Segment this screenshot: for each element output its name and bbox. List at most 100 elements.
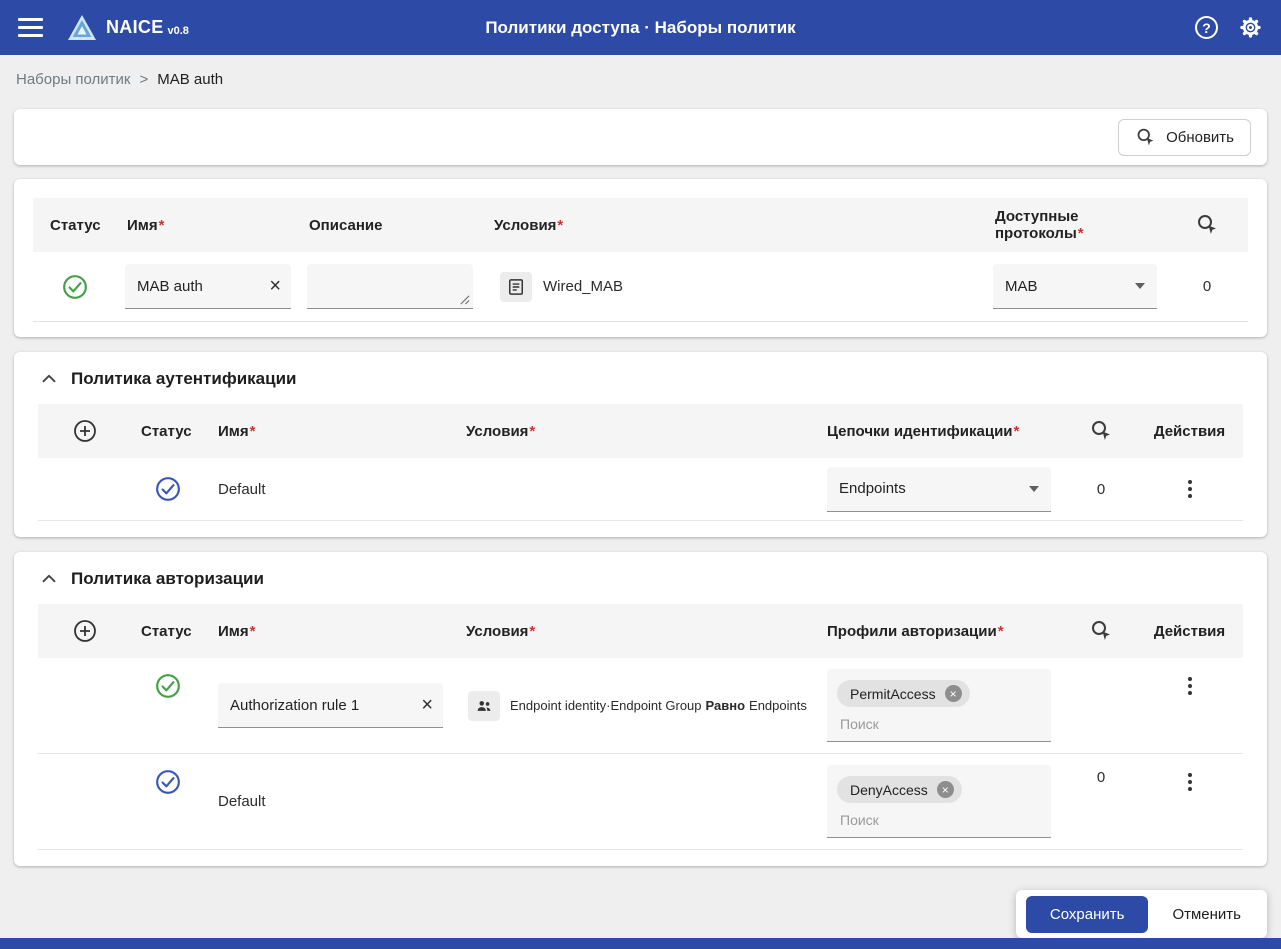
policy-set-description-field bbox=[307, 264, 473, 309]
breadcrumb: Наборы политик > MAB auth bbox=[0, 55, 1281, 103]
condition-library-icon[interactable] bbox=[500, 272, 532, 302]
hit-counter-icon[interactable] bbox=[1089, 619, 1113, 643]
footer-actions: Сохранить Отменить bbox=[1016, 890, 1267, 938]
resize-handle-icon[interactable] bbox=[459, 294, 470, 305]
chip-remove-icon[interactable]: × bbox=[937, 781, 954, 798]
authentication-policy-header: Политика аутентификации bbox=[38, 368, 1243, 390]
policy-set-name-field: × bbox=[125, 264, 291, 309]
status-ok-icon bbox=[155, 476, 181, 502]
identity-chain-value: Endpoints bbox=[839, 480, 906, 497]
breadcrumb-separator: > bbox=[139, 71, 148, 88]
rule-name-field: × bbox=[218, 683, 443, 728]
policy-set-condition-cell: Wired_MAB bbox=[484, 272, 985, 302]
app-bar: NAICE v0.8 Политики доступа · Наборы пол… bbox=[0, 0, 1281, 55]
clear-icon[interactable]: × bbox=[269, 276, 281, 296]
col-header-name: Имя* bbox=[205, 623, 441, 640]
add-rule-button[interactable] bbox=[73, 619, 97, 643]
profile-search-input[interactable] bbox=[837, 812, 1041, 828]
col-header-protocols: Доступные протоколы* bbox=[985, 208, 1166, 242]
breadcrumb-parent-link[interactable]: Наборы политик bbox=[16, 71, 130, 88]
profile-search-input[interactable] bbox=[837, 716, 1041, 732]
endpoint-group-icon[interactable] bbox=[468, 691, 500, 721]
profile-chip: PermitAccess × bbox=[837, 680, 970, 707]
required-mark: * bbox=[250, 423, 256, 440]
row-actions-kebab-icon[interactable] bbox=[1184, 769, 1196, 795]
authz-policy-row: Default DenyAccess × 0 bbox=[38, 754, 1243, 850]
chevron-down-icon bbox=[1029, 486, 1039, 492]
add-rule-button[interactable] bbox=[73, 419, 97, 443]
status-ok-icon bbox=[62, 274, 88, 300]
breadcrumb-current: MAB auth bbox=[157, 71, 223, 88]
policy-set-description-textarea[interactable] bbox=[307, 264, 473, 308]
col-header-description: Описание bbox=[299, 217, 484, 234]
cancel-button[interactable]: Отменить bbox=[1154, 896, 1259, 933]
col-header-conditions: Условия* bbox=[441, 623, 815, 640]
authorization-policy-header: Политика авторизации bbox=[38, 568, 1243, 590]
identity-chain-select[interactable]: Endpoints bbox=[827, 467, 1051, 512]
hamburger-menu-icon[interactable] bbox=[18, 18, 43, 37]
rule-name: Default bbox=[205, 481, 441, 498]
save-button[interactable]: Сохранить bbox=[1026, 896, 1149, 933]
col-header-name: Имя* bbox=[117, 217, 299, 234]
appbar-actions: ? bbox=[1195, 15, 1263, 40]
authorization-policy-card: Политика авторизации Статус Имя* Условия… bbox=[14, 552, 1267, 866]
collapse-chevron-icon[interactable] bbox=[38, 568, 60, 590]
policy-set-name-input[interactable] bbox=[125, 264, 291, 308]
authentication-policy-card: Политика аутентификации Статус Имя* Усло… bbox=[14, 352, 1267, 537]
required-mark: * bbox=[557, 217, 563, 234]
rule-condition-cell: Endpoint identity·Endpoint Group Равно E… bbox=[441, 691, 815, 721]
condition-name: Wired_MAB bbox=[543, 278, 623, 295]
hit-counter-icon bbox=[1135, 127, 1156, 148]
section-title: Политика аутентификации bbox=[71, 369, 296, 389]
hit-count: 0 bbox=[1203, 278, 1211, 295]
rule-name-input[interactable] bbox=[218, 683, 443, 727]
clear-icon[interactable]: × bbox=[421, 695, 433, 715]
col-header-actions: Действия bbox=[1154, 423, 1225, 440]
required-mark: * bbox=[159, 217, 165, 234]
required-mark: * bbox=[998, 623, 1004, 640]
policy-set-row: × Wired_MAB MAB 0 bbox=[33, 252, 1248, 322]
row-actions-kebab-icon[interactable] bbox=[1184, 476, 1196, 502]
col-header-status: Статус bbox=[131, 623, 205, 640]
required-mark: * bbox=[1014, 423, 1020, 440]
brand-name: NAICE bbox=[106, 17, 164, 38]
refresh-button[interactable]: Обновить bbox=[1118, 119, 1251, 156]
required-mark: * bbox=[250, 623, 256, 640]
authorization-profiles-field: DenyAccess × bbox=[827, 765, 1051, 838]
col-header-conditions: Условия* bbox=[484, 217, 985, 234]
help-icon[interactable]: ? bbox=[1195, 16, 1218, 39]
auth-policy-table-header: Статус Имя* Условия* Цепочки идентификац… bbox=[38, 404, 1243, 458]
required-mark: * bbox=[529, 623, 535, 640]
protocols-select-value: MAB bbox=[1005, 278, 1038, 295]
hit-counter-icon[interactable] bbox=[1195, 213, 1219, 237]
rule-name: Default bbox=[205, 793, 441, 810]
page-title: Политики доступа · Наборы политик bbox=[485, 18, 795, 38]
refresh-button-label: Обновить bbox=[1166, 129, 1234, 146]
required-mark: * bbox=[1078, 225, 1084, 242]
policy-set-table-header: Статус Имя* Описание Условия* Доступные … bbox=[33, 198, 1248, 252]
col-header-status: Статус bbox=[33, 217, 117, 234]
toolbar-card: Обновить bbox=[14, 109, 1267, 165]
chip-remove-icon[interactable]: × bbox=[945, 685, 962, 702]
col-header-conditions: Условия* bbox=[441, 423, 815, 440]
profile-chip-label: DenyAccess bbox=[850, 782, 928, 798]
section-title: Политика авторизации bbox=[71, 569, 264, 589]
col-header-identity-chains: Цепочки идентификации* bbox=[815, 423, 1066, 440]
col-header-profiles: Профили авторизации* bbox=[815, 623, 1066, 640]
col-header-status: Статус bbox=[131, 423, 205, 440]
status-ok-icon bbox=[155, 769, 181, 795]
protocols-select[interactable]: MAB bbox=[993, 264, 1157, 309]
hit-count: 0 bbox=[1097, 769, 1105, 786]
authz-policy-row: × Endpoint identity·Endpoint Group Равно… bbox=[38, 658, 1243, 754]
naice-logo bbox=[67, 14, 97, 41]
settings-gear-icon[interactable] bbox=[1238, 15, 1263, 40]
status-ok-icon bbox=[155, 673, 181, 699]
collapse-chevron-icon[interactable] bbox=[38, 368, 60, 390]
hit-counter-icon[interactable] bbox=[1089, 419, 1113, 443]
brand-version: v0.8 bbox=[168, 25, 189, 37]
bottom-bar bbox=[0, 938, 1281, 949]
authz-policy-table-header: Статус Имя* Условия* Профили авторизации… bbox=[38, 604, 1243, 658]
col-header-name: Имя* bbox=[205, 423, 441, 440]
row-actions-kebab-icon[interactable] bbox=[1184, 673, 1196, 699]
authorization-profiles-field: PermitAccess × bbox=[827, 669, 1051, 742]
